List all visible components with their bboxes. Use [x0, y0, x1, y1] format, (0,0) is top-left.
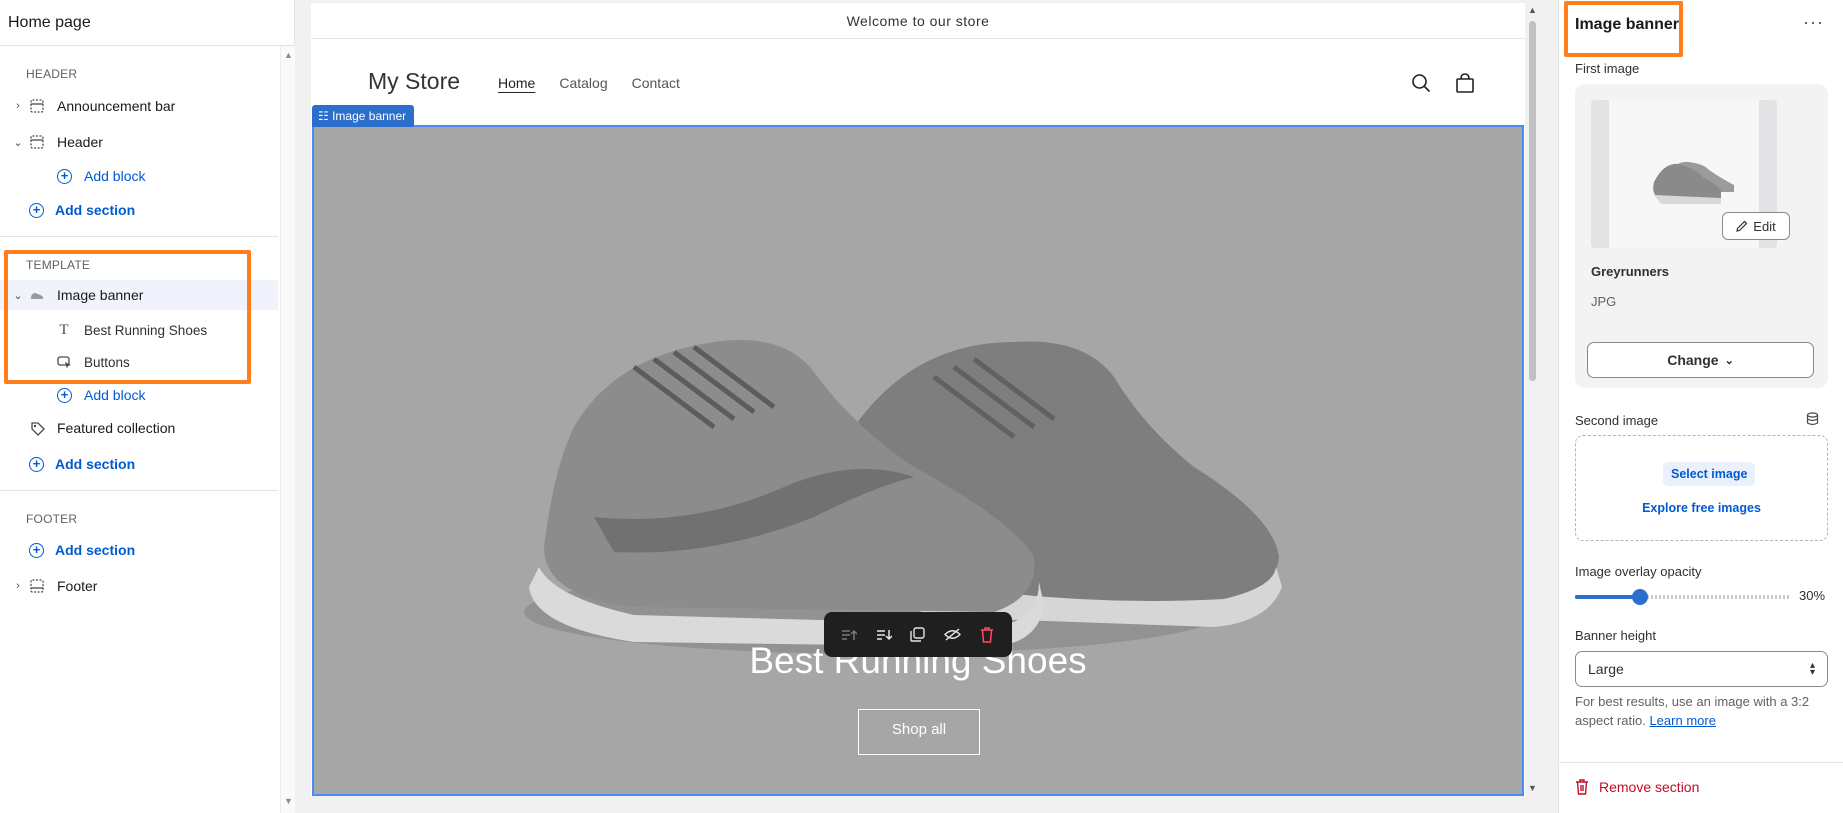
section-layout-icon: ☷: [318, 109, 333, 123]
banner-height-label: Banner height: [1575, 628, 1656, 643]
image-type: JPG: [1591, 294, 1617, 309]
section-image-banner[interactable]: ⌄ Image banner: [0, 280, 278, 310]
section-announcement-bar[interactable]: › Announcement bar: [0, 91, 278, 121]
change-image-button[interactable]: Change ⌄: [1587, 342, 1814, 378]
slider-fill: [1575, 595, 1640, 599]
plus-circle-icon: +: [29, 456, 44, 472]
shop-all-button[interactable]: Shop all: [858, 709, 980, 755]
nav-link-home[interactable]: Home: [498, 75, 535, 91]
learn-more-link[interactable]: Learn more: [1649, 713, 1715, 728]
slider-handle[interactable]: [1632, 589, 1648, 605]
preview-scrollbar[interactable]: ▲ ▼: [1525, 3, 1540, 796]
image-banner[interactable]: Best Running Shoes Shop all: [312, 125, 1524, 796]
header-icons: [1409, 71, 1477, 95]
overlay-opacity-label: Image overlay opacity: [1575, 564, 1702, 579]
remove-section-button[interactable]: Remove section: [1575, 779, 1699, 795]
panel-title: Image banner: [1575, 16, 1680, 33]
text-icon: T: [59, 321, 69, 338]
tag-icon: [29, 420, 45, 436]
select-image-button[interactable]: Select image: [1663, 462, 1756, 486]
nav-link-catalog[interactable]: Catalog: [559, 75, 607, 91]
add-section-button[interactable]: + Add section: [0, 449, 278, 479]
second-image-label: Second image: [1575, 413, 1659, 428]
section-layout-icon: [29, 578, 45, 594]
announcement-bar: Welcome to our store: [311, 3, 1525, 39]
plus-circle-icon: +: [29, 202, 44, 218]
chevron-down-icon[interactable]: ⌄: [11, 136, 25, 149]
shoe-thumbnail-icon: [29, 287, 45, 303]
dynamic-source-icon[interactable]: [1806, 412, 1819, 429]
section-header[interactable]: ⌄ Header: [0, 127, 278, 157]
plus-circle-icon: +: [57, 387, 72, 403]
banner-height-help: For best results, use an image with a 3:…: [1575, 694, 1810, 728]
more-actions-icon[interactable]: ···: [1803, 12, 1824, 33]
scrollbar-thumb[interactable]: [1529, 21, 1536, 381]
plus-circle-icon: +: [57, 168, 72, 184]
store-header: My Store Home Catalog Contact: [311, 39, 1525, 125]
scroll-down-icon[interactable]: ▼: [284, 796, 293, 806]
banner-height-select[interactable]: Large ▴ ▾: [1575, 651, 1828, 687]
first-image-label: First image: [1575, 61, 1640, 76]
sidebar-scrollbar[interactable]: ▲ ▼: [280, 46, 295, 813]
nav-link-contact[interactable]: Contact: [632, 75, 680, 91]
shoes-image: [524, 340, 1282, 654]
store-logo[interactable]: My Store: [368, 68, 460, 95]
group-label-template: TEMPLATE: [26, 258, 91, 272]
divider: [0, 490, 278, 491]
section-label: Footer: [57, 578, 98, 594]
group-label-footer: FOOTER: [26, 512, 78, 526]
pencil-icon: [1736, 220, 1748, 232]
sections-sidebar: Home page HEADER › Announcement bar ⌄ He…: [0, 0, 295, 813]
section-tag[interactable]: ☷ Image banner: [312, 105, 415, 127]
search-icon[interactable]: [1409, 71, 1433, 95]
overlay-opacity-slider[interactable]: [1575, 589, 1790, 605]
section-layout-icon: [29, 98, 45, 114]
group-label-header: HEADER: [26, 67, 78, 81]
trash-icon: [1576, 779, 1588, 795]
section-featured-collection[interactable]: Featured collection: [0, 413, 278, 443]
panel-footer: Remove section: [1559, 762, 1843, 813]
add-section-button[interactable]: + Add section: [0, 535, 278, 565]
section-label: Featured collection: [57, 420, 176, 436]
scroll-up-icon[interactable]: ▲: [1528, 5, 1537, 15]
add-section-button[interactable]: + Add section: [0, 195, 278, 225]
edit-image-button[interactable]: Edit: [1722, 212, 1790, 240]
block-buttons[interactable]: Buttons: [0, 347, 278, 377]
move-up-icon[interactable]: [838, 624, 860, 646]
chevron-right-icon[interactable]: ›: [11, 100, 25, 112]
add-block-button[interactable]: + Add block: [0, 161, 278, 191]
cart-icon[interactable]: [1453, 71, 1477, 95]
block-best-running-shoes[interactable]: T Best Running Shoes: [0, 315, 278, 345]
section-toolbar: [824, 612, 1012, 657]
hide-icon[interactable]: [941, 624, 963, 646]
explore-free-images-link[interactable]: Explore free images: [1576, 501, 1827, 515]
select-arrows-icon: ▴ ▾: [1809, 660, 1815, 678]
image-name: Greyrunners: [1591, 264, 1670, 279]
settings-panel: Image banner ··· First image Edit Greyru…: [1558, 0, 1843, 813]
section-label: Image banner: [57, 287, 144, 303]
scroll-down-icon[interactable]: ▼: [1528, 783, 1537, 793]
divider: [0, 236, 278, 237]
section-footer[interactable]: › Footer: [0, 571, 278, 601]
chevron-down-icon: ⌄: [1724, 354, 1734, 367]
first-image-card: Edit Greyrunners JPG Change ⌄: [1575, 84, 1828, 388]
add-block-button[interactable]: + Add block: [0, 380, 278, 410]
plus-circle-icon: +: [29, 542, 44, 558]
second-image-dropzone: Select image Explore free images: [1575, 435, 1828, 541]
store-nav: Home Catalog Contact: [498, 75, 680, 91]
overlay-opacity-value: 30%: [1799, 588, 1826, 603]
chevron-right-icon[interactable]: ›: [11, 580, 25, 592]
page-title: Home page: [0, 0, 294, 46]
section-layout-icon: [29, 134, 45, 150]
move-down-icon[interactable]: [873, 624, 895, 646]
section-label: Announcement bar: [57, 98, 176, 114]
theme-preview: Welcome to our store My Store Home Catal…: [311, 3, 1525, 796]
button-cursor-icon: [56, 354, 72, 370]
scroll-up-icon[interactable]: ▲: [284, 50, 293, 60]
duplicate-icon[interactable]: [907, 624, 929, 646]
delete-icon[interactable]: [976, 624, 998, 646]
section-label: Header: [57, 134, 103, 150]
chevron-down-icon[interactable]: ⌄: [11, 289, 25, 302]
